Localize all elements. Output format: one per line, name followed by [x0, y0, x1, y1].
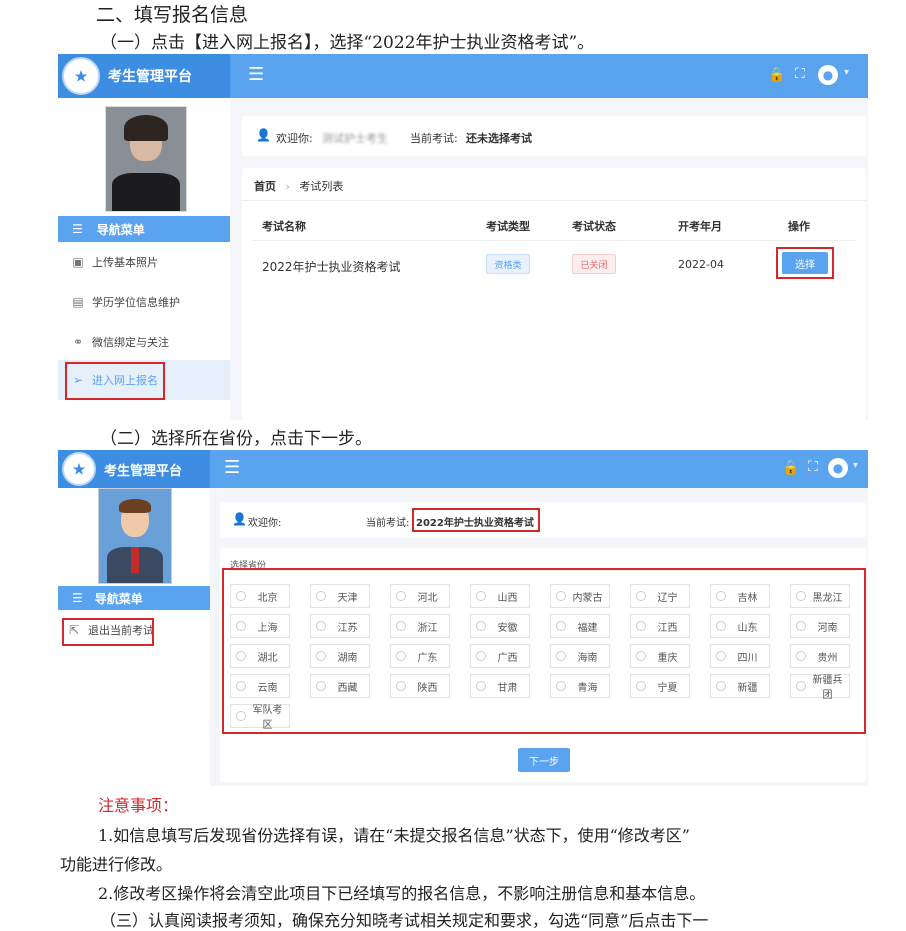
chevron-down-icon[interactable]: ▾: [853, 460, 858, 471]
note1-line2: 功能进行修改。: [60, 855, 173, 874]
exam-name: 2022年护士执业资格考试: [262, 260, 401, 274]
logo-icon: ★: [62, 57, 100, 95]
highlight-exit-exam: [62, 618, 154, 646]
fullscreen-icon[interactable]: ⛶: [795, 66, 805, 82]
book-icon: ▤: [72, 295, 84, 309]
menu-toggle-icon[interactable]: ☰: [248, 64, 264, 85]
nav-header: ☰ 导航菜单: [58, 216, 230, 242]
chevron-down-icon[interactable]: ▾: [844, 67, 849, 78]
highlight-province-grid: [222, 568, 866, 734]
chevron-right-icon: ›: [285, 180, 290, 193]
note2: 2.修改考区操作将会清空此项目下已经填写的报名信息，不影响注册信息和基本信息。: [98, 884, 706, 903]
nav-header: ☰ 导航菜单: [58, 586, 210, 610]
sidebar-item-upload-photo[interactable]: ▣ 上传基本照片: [58, 248, 230, 276]
brand-title: 考生管理平台: [108, 68, 192, 84]
col-header-status: 考试状态: [572, 220, 616, 233]
image-icon: ▣: [72, 255, 84, 269]
welcome-card: 👤 欢迎你: 当前考试: 2022年护士执业资格考试: [220, 502, 866, 538]
exam-date: 2022-04: [678, 258, 724, 271]
screenshot-exam-list: ★ 考生管理平台 ☰ 🔒 ⛶ ● ▾ ☰ 导航菜单 ▣ 上传基本照片 ▤ 学历学…: [58, 54, 868, 420]
breadcrumb-home[interactable]: 首页: [254, 180, 276, 193]
col-header-action: 操作: [788, 220, 810, 233]
col-header-date: 开考年月: [678, 220, 722, 233]
user-avatar-icon[interactable]: ●: [828, 458, 848, 478]
screenshot-province-select: ★ 考生管理平台 ☰ 🔒 ⛶ ● ▾ ☰ 导航菜单 ⇱ 退出当前考试 👤 欢迎你…: [58, 450, 868, 786]
fullscreen-icon[interactable]: ⛶: [808, 459, 818, 475]
user-icon: 👤: [256, 128, 271, 142]
province-card: 选择省份 北京 天津 河北 山西 内蒙古 辽宁 吉林 黑龙江 上海 江苏 浙江 安徽 福建 江西 山东 河南湖…: [220, 548, 866, 782]
welcome-name: [290, 514, 354, 524]
notes-title: 注意事项：: [98, 796, 179, 815]
current-exam-value: 还未选择考试: [466, 132, 532, 145]
wechat-icon: ⚭: [72, 335, 84, 349]
user-avatar-icon[interactable]: ●: [818, 65, 838, 85]
highlight-select-button: [776, 247, 834, 279]
welcome-label: 欢迎你:: [276, 132, 313, 145]
brand-title: 考生管理平台: [104, 462, 183, 478]
note1-line1: 1.如信息填写后发现省份选择有误，请在“未提交报名信息”状态下，使用“修改考区”: [98, 826, 690, 845]
lock-icon[interactable]: 🔒: [782, 460, 799, 476]
menu-icon: ☰: [72, 591, 83, 605]
logo-icon: ★: [62, 452, 96, 486]
exam-list-card: 首页 › 考试列表 考试名称 考试类型 考试状态 开考年月 操作 2022年护士…: [242, 168, 866, 420]
breadcrumb: 首页 › 考试列表: [254, 178, 343, 194]
breadcrumb-current: 考试列表: [299, 180, 344, 193]
col-header-type: 考试类型: [486, 220, 530, 233]
menu-icon: ☰: [72, 222, 83, 236]
brand: ★ 考生管理平台: [58, 54, 230, 98]
welcome-label: 欢迎你:: [248, 518, 282, 529]
welcome-card: 👤 欢迎你: 测试护士考生 当前考试: 还未选择考试: [242, 116, 866, 156]
sidebar-item-wechat[interactable]: ⚭ 微信绑定与关注: [58, 328, 230, 356]
next-step-button[interactable]: 下一步: [518, 748, 570, 772]
user-photo: [105, 106, 187, 212]
col-header-name: 考试名称: [262, 220, 306, 233]
step3-text: （三）认真阅读报考须知，确保充分知晓考试相关规定和要求，勾选“同意”后点击下一: [100, 911, 709, 930]
brand: ★ 考生管理平台: [58, 450, 210, 488]
sidebar-item-education[interactable]: ▤ 学历学位信息维护: [58, 288, 230, 316]
user-icon: 👤: [232, 512, 247, 526]
current-exam-label: 当前考试:: [366, 518, 410, 529]
exam-type-badge: 资格类: [486, 254, 530, 274]
welcome-name: 测试护士考生: [322, 132, 388, 145]
exam-status-badge: 已关闭: [572, 254, 616, 274]
step1-text: （一）点击【进入网上报名】，选择“2022年护士执业资格考试”。: [100, 33, 595, 53]
menu-toggle-icon[interactable]: ☰: [224, 457, 240, 478]
current-exam-label: 当前考试:: [410, 132, 458, 145]
step2-text: （二）选择所在省份，点击下一步。: [100, 429, 372, 449]
highlight-online-registration: [65, 362, 165, 400]
highlight-current-exam: [412, 508, 540, 532]
user-photo: [98, 488, 172, 584]
lock-icon[interactable]: 🔒: [768, 67, 785, 83]
section-title: 二、填写报名信息: [96, 4, 249, 26]
